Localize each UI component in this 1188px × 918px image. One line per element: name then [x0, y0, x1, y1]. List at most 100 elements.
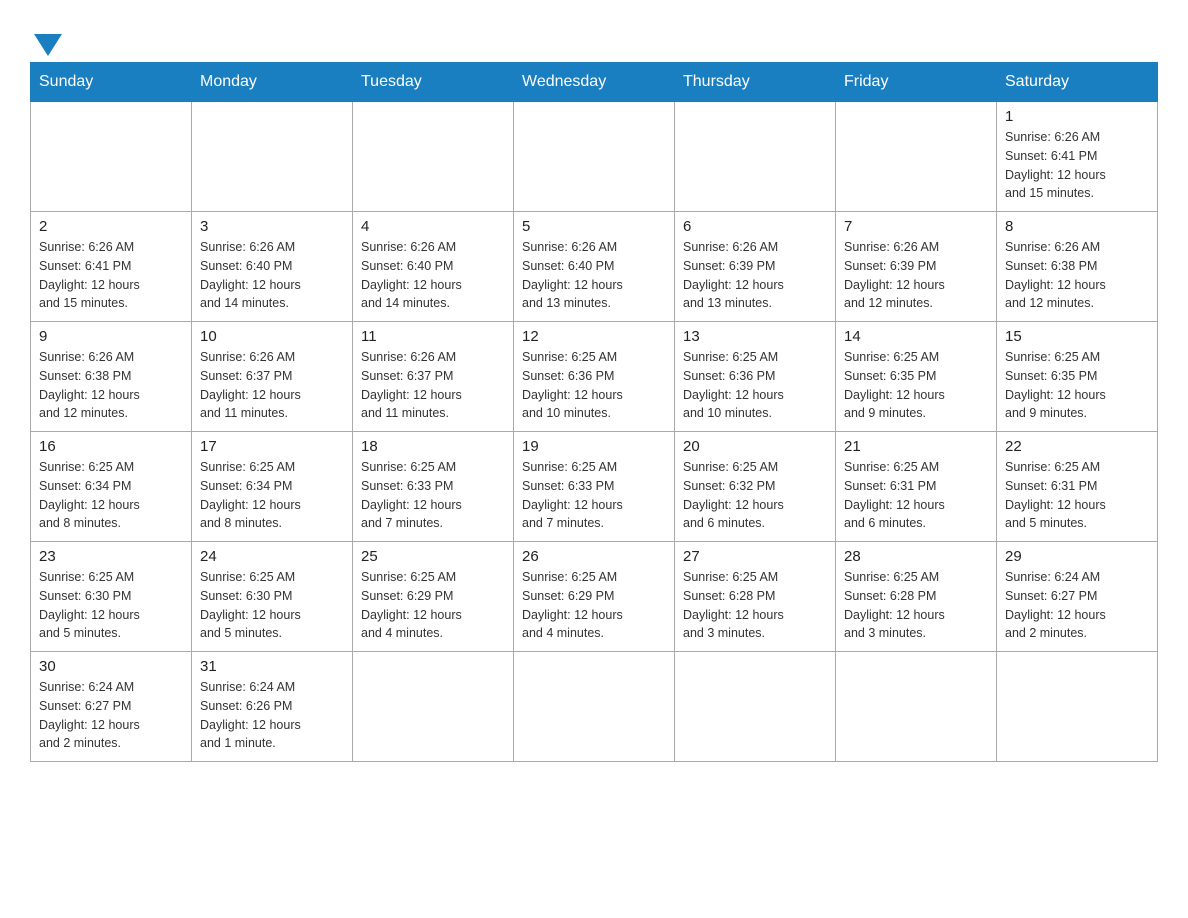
- calendar-cell: 5Sunrise: 6:26 AMSunset: 6:40 PMDaylight…: [514, 212, 675, 322]
- day-number: 5: [522, 218, 666, 235]
- day-info: Sunrise: 6:25 AMSunset: 6:30 PMDaylight:…: [39, 568, 183, 643]
- calendar-cell: [836, 652, 997, 762]
- weekday-header-sunday: Sunday: [31, 63, 192, 102]
- calendar-cell: [675, 652, 836, 762]
- calendar-cell: 10 Sunrise: 6:26 AMSunset: 6:37 PMDayligh…: [192, 322, 353, 432]
- day-number: 4: [361, 218, 505, 235]
- weekday-header-row: SundayMondayTuesdayWednesdayThursdayFrid…: [31, 63, 1158, 102]
- day-info: Sunrise: 6:25 AMSunset: 6:28 PMDaylight:…: [683, 568, 827, 643]
- day-number: 29: [1005, 548, 1149, 565]
- calendar-cell: [353, 102, 514, 212]
- day-info: Sunrise: 6:26 AMSunset: 6:37 PMDaylight:…: [361, 348, 505, 423]
- day-number: 18: [361, 438, 505, 455]
- weekday-header-friday: Friday: [836, 63, 997, 102]
- day-info: Sunrise: 6:25 AMSunset: 6:36 PMDaylight:…: [683, 348, 827, 423]
- calendar-cell: 29 Sunrise: 6:24 AMSunset: 6:27 PMDayligh…: [997, 542, 1158, 652]
- day-info: Sunrise: 6:26 AMSunset: 6:38 PMDaylight:…: [1005, 238, 1149, 313]
- day-number: 8: [1005, 218, 1149, 235]
- day-info: Sunrise: 6:26 AMSunset: 6:40 PMDaylight:…: [200, 238, 344, 313]
- day-info: Sunrise: 6:26 AMSunset: 6:37 PMDaylight:…: [200, 348, 344, 423]
- day-number: 10: [200, 328, 344, 345]
- calendar-week-2: 2 Sunrise: 6:26 AMSunset: 6:41 PMDaylight…: [31, 212, 1158, 322]
- day-info: Sunrise: 6:26 AMSunset: 6:38 PMDaylight:…: [39, 348, 183, 423]
- calendar-cell: 31Sunrise: 6:24 AMSunset: 6:26 PMDayligh…: [192, 652, 353, 762]
- day-number: 20: [683, 438, 827, 455]
- day-number: 9: [39, 328, 183, 345]
- day-info: Sunrise: 6:24 AMSunset: 6:27 PMDaylight:…: [1005, 568, 1149, 643]
- day-info: Sunrise: 6:25 AMSunset: 6:35 PMDaylight:…: [844, 348, 988, 423]
- calendar-cell: 15 Sunrise: 6:25 AMSunset: 6:35 PMDayligh…: [997, 322, 1158, 432]
- day-info: Sunrise: 6:25 AMSunset: 6:35 PMDaylight:…: [1005, 348, 1149, 423]
- calendar-cell: 9 Sunrise: 6:26 AMSunset: 6:38 PMDaylight…: [31, 322, 192, 432]
- calendar-cell: 11 Sunrise: 6:26 AMSunset: 6:37 PMDayligh…: [353, 322, 514, 432]
- day-info: Sunrise: 6:25 AMSunset: 6:29 PMDaylight:…: [361, 568, 505, 643]
- calendar-cell: 20 Sunrise: 6:25 AMSunset: 6:32 PMDayligh…: [675, 432, 836, 542]
- calendar-cell: 2 Sunrise: 6:26 AMSunset: 6:41 PMDaylight…: [31, 212, 192, 322]
- day-number: 14: [844, 328, 988, 345]
- calendar-cell: 3 Sunrise: 6:26 AMSunset: 6:40 PMDaylight…: [192, 212, 353, 322]
- calendar-cell: 24Sunrise: 6:25 AMSunset: 6:30 PMDayligh…: [192, 542, 353, 652]
- day-info: Sunrise: 6:26 AMSunset: 6:41 PMDaylight:…: [1005, 128, 1149, 203]
- day-number: 28: [844, 548, 988, 565]
- calendar-cell: [353, 652, 514, 762]
- day-info: Sunrise: 6:25 AMSunset: 6:36 PMDaylight:…: [522, 348, 666, 423]
- day-number: 11: [361, 328, 505, 345]
- calendar-cell: 1 Sunrise: 6:26 AMSunset: 6:41 PMDaylight…: [997, 102, 1158, 212]
- day-number: 21: [844, 438, 988, 455]
- day-number: 2: [39, 218, 183, 235]
- calendar-cell: [675, 102, 836, 212]
- calendar-table: SundayMondayTuesdayWednesdayThursdayFrid…: [30, 62, 1158, 762]
- day-info: Sunrise: 6:26 AMSunset: 6:41 PMDaylight:…: [39, 238, 183, 313]
- calendar-cell: [997, 652, 1158, 762]
- day-number: 3: [200, 218, 344, 235]
- day-info: Sunrise: 6:25 AMSunset: 6:29 PMDaylight:…: [522, 568, 666, 643]
- day-number: 1: [1005, 108, 1149, 125]
- day-number: 15: [1005, 328, 1149, 345]
- day-info: Sunrise: 6:25 AMSunset: 6:33 PMDaylight:…: [522, 458, 666, 533]
- day-number: 12: [522, 328, 666, 345]
- calendar-cell: 19 Sunrise: 6:25 AMSunset: 6:33 PMDayligh…: [514, 432, 675, 542]
- calendar-cell: 16 Sunrise: 6:25 AMSunset: 6:34 PMDayligh…: [31, 432, 192, 542]
- day-number: 19: [522, 438, 666, 455]
- day-number: 27: [683, 548, 827, 565]
- day-number: 6: [683, 218, 827, 235]
- day-number: 13: [683, 328, 827, 345]
- calendar-week-4: 16 Sunrise: 6:25 AMSunset: 6:34 PMDayligh…: [31, 432, 1158, 542]
- weekday-header-monday: Monday: [192, 63, 353, 102]
- calendar-cell: [31, 102, 192, 212]
- day-number: 26: [522, 548, 666, 565]
- day-number: 16: [39, 438, 183, 455]
- calendar-cell: 6 Sunrise: 6:26 AMSunset: 6:39 PMDaylight…: [675, 212, 836, 322]
- day-info: Sunrise: 6:26 AMSunset: 6:39 PMDaylight:…: [683, 238, 827, 313]
- calendar-cell: 18Sunrise: 6:25 AMSunset: 6:33 PMDayligh…: [353, 432, 514, 542]
- day-number: 7: [844, 218, 988, 235]
- calendar-cell: 28Sunrise: 6:25 AMSunset: 6:28 PMDayligh…: [836, 542, 997, 652]
- calendar-cell: 8 Sunrise: 6:26 AMSunset: 6:38 PMDaylight…: [997, 212, 1158, 322]
- calendar-cell: 30Sunrise: 6:24 AMSunset: 6:27 PMDayligh…: [31, 652, 192, 762]
- day-info: Sunrise: 6:25 AMSunset: 6:30 PMDaylight:…: [200, 568, 344, 643]
- weekday-header-wednesday: Wednesday: [514, 63, 675, 102]
- calendar-week-6: 30Sunrise: 6:24 AMSunset: 6:27 PMDayligh…: [31, 652, 1158, 762]
- day-info: Sunrise: 6:24 AMSunset: 6:27 PMDaylight:…: [39, 678, 183, 753]
- day-info: Sunrise: 6:25 AMSunset: 6:34 PMDaylight:…: [39, 458, 183, 533]
- weekday-header-saturday: Saturday: [997, 63, 1158, 102]
- day-info: Sunrise: 6:26 AMSunset: 6:39 PMDaylight:…: [844, 238, 988, 313]
- calendar-cell: 25 Sunrise: 6:25 AMSunset: 6:29 PMDayligh…: [353, 542, 514, 652]
- calendar-cell: 12 Sunrise: 6:25 AMSunset: 6:36 PMDayligh…: [514, 322, 675, 432]
- day-info: Sunrise: 6:25 AMSunset: 6:34 PMDaylight:…: [200, 458, 344, 533]
- calendar-week-3: 9 Sunrise: 6:26 AMSunset: 6:38 PMDaylight…: [31, 322, 1158, 432]
- calendar-cell: 17Sunrise: 6:25 AMSunset: 6:34 PMDayligh…: [192, 432, 353, 542]
- day-info: Sunrise: 6:25 AMSunset: 6:32 PMDaylight:…: [683, 458, 827, 533]
- weekday-header-thursday: Thursday: [675, 63, 836, 102]
- day-number: 22: [1005, 438, 1149, 455]
- calendar-week-1: 1 Sunrise: 6:26 AMSunset: 6:41 PMDaylight…: [31, 102, 1158, 212]
- page-header: [30, 20, 1158, 52]
- day-number: 25: [361, 548, 505, 565]
- day-number: 23: [39, 548, 183, 565]
- calendar-cell: 26 Sunrise: 6:25 AMSunset: 6:29 PMDayligh…: [514, 542, 675, 652]
- calendar-cell: 13 Sunrise: 6:25 AMSunset: 6:36 PMDayligh…: [675, 322, 836, 432]
- calendar-cell: 14 Sunrise: 6:25 AMSunset: 6:35 PMDayligh…: [836, 322, 997, 432]
- calendar-cell: 22Sunrise: 6:25 AMSunset: 6:31 PMDayligh…: [997, 432, 1158, 542]
- calendar-cell: 21Sunrise: 6:25 AMSunset: 6:31 PMDayligh…: [836, 432, 997, 542]
- day-info: Sunrise: 6:24 AMSunset: 6:26 PMDaylight:…: [200, 678, 344, 753]
